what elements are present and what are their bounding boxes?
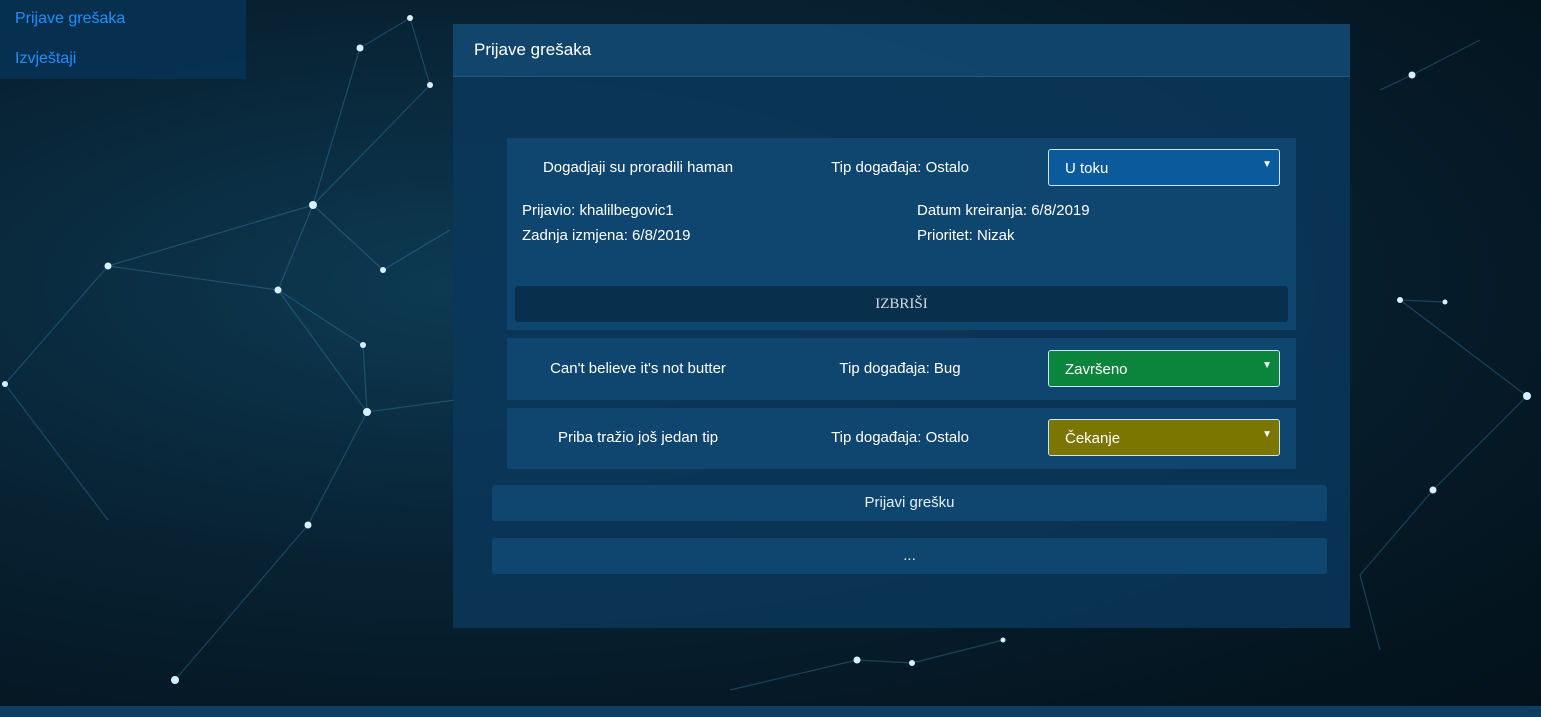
caret-down-icon: ▼ bbox=[1262, 360, 1272, 371]
status-select[interactable]: U toku ▼ bbox=[1048, 149, 1280, 186]
last-modified: Zadnja izmjena: 6/8/2019 bbox=[522, 227, 691, 244]
caret-down-icon: ▼ bbox=[1262, 159, 1272, 170]
report-card[interactable]: Priba tražio još jedan tip Tip događaja:… bbox=[507, 408, 1296, 469]
panel-header: Prijave grešaka bbox=[453, 24, 1350, 77]
more-button[interactable]: ... bbox=[492, 538, 1327, 574]
report-card[interactable]: Can't believe it's not butter Tip događa… bbox=[507, 338, 1296, 400]
sidebar: Prijave grešaka Izvještaji bbox=[0, 0, 246, 79]
report-type: Tip događaja: Bug bbox=[839, 360, 961, 377]
report-name: Dogadjaji su proradili haman bbox=[542, 159, 734, 176]
report-type: Tip događaja: Ostalo bbox=[831, 159, 969, 176]
reported-by: Prijavio: khalilbegovic1 bbox=[522, 202, 674, 219]
report-name: Priba tražio još jedan tip bbox=[557, 429, 719, 446]
status-select[interactable]: Završeno ▼ bbox=[1048, 350, 1280, 387]
status-value: Čekanje bbox=[1065, 430, 1121, 447]
status-value: U toku bbox=[1065, 160, 1109, 177]
reports-panel: Prijave grešaka Dogadjaji su proradili h… bbox=[453, 24, 1350, 628]
page-title: Prijave grešaka bbox=[474, 40, 592, 59]
status-select[interactable]: Čekanje ▼ bbox=[1048, 419, 1280, 456]
created-date: Datum kreiranja: 6/8/2019 bbox=[917, 202, 1090, 219]
sidebar-item-prijave[interactable]: Prijave grešaka bbox=[15, 10, 125, 28]
delete-button[interactable]: IZBRIŠI bbox=[515, 286, 1288, 322]
report-type: Tip događaja: Ostalo bbox=[831, 429, 969, 446]
report-name: Can't believe it's not butter bbox=[550, 360, 726, 377]
report-card[interactable]: Dogadjaji su proradili haman Tip događaj… bbox=[507, 138, 1296, 330]
sidebar-item-izvjestaji[interactable]: Izvještaji bbox=[15, 50, 76, 68]
report-bug-button[interactable]: Prijavi grešku bbox=[492, 485, 1327, 521]
footer-bar bbox=[0, 706, 1541, 717]
status-value: Završeno bbox=[1065, 361, 1128, 378]
priority: Prioritet: Nizak bbox=[917, 227, 1015, 244]
caret-down-icon: ▼ bbox=[1262, 429, 1272, 440]
